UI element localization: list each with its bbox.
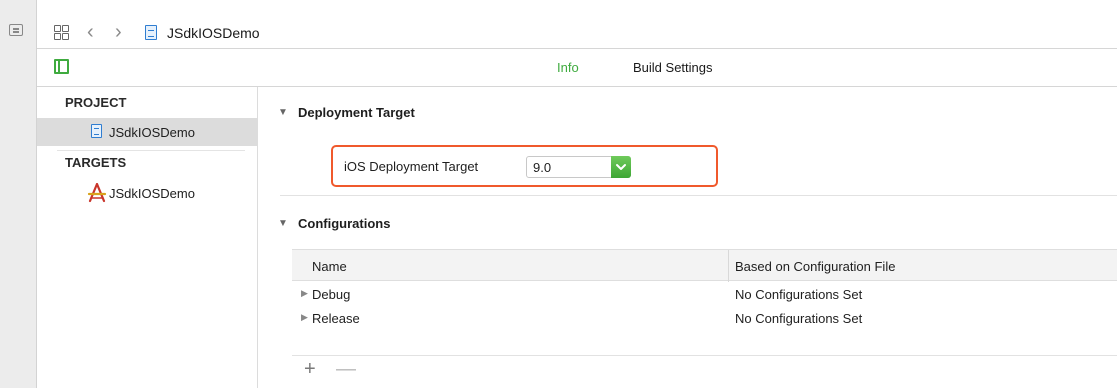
config-name: Release <box>312 311 360 326</box>
add-configuration-button[interactable]: + <box>304 358 316 381</box>
table-header: Name Based on Configuration File <box>292 249 1117 282</box>
configurations-disclosure-icon[interactable]: ▼ <box>278 218 288 229</box>
remove-configuration-button[interactable]: — <box>336 358 356 381</box>
related-items-grid-icon[interactable] <box>54 25 69 40</box>
info-editor: ▼ Deployment Target iOS Deployment Targe… <box>258 87 1117 388</box>
chevron-down-icon <box>616 164 626 170</box>
ios-deployment-target-value: 9.0 <box>533 160 552 175</box>
table-row[interactable]: ▶ Release No Configurations Set <box>292 307 1117 332</box>
editor-list-icon[interactable] <box>9 24 23 36</box>
section-divider <box>280 195 1117 196</box>
project-item[interactable]: JSdkIOSDemo <box>37 118 257 146</box>
column-header-config-file[interactable]: Based on Configuration File <box>735 259 895 274</box>
config-name: Debug <box>312 287 351 302</box>
list-divider <box>57 150 245 151</box>
expand-row-icon[interactable]: ▶ <box>301 288 308 299</box>
config-file: No Configurations Set <box>735 311 863 326</box>
tab-info[interactable]: Info <box>557 60 579 75</box>
target-item[interactable]: JSdkIOSDemo <box>37 180 257 206</box>
project-targets-list: PROJECT JSdkIOSDemo TARGETS JSdkIOSDemo <box>37 87 258 388</box>
project-heading: PROJECT <box>65 95 127 110</box>
forward-chevron-icon[interactable]: › <box>115 21 122 44</box>
table-row[interactable]: ▶ Debug No Configurations Set <box>292 283 1117 308</box>
table-footer-divider <box>292 355 1117 356</box>
target-item-label: JSdkIOSDemo <box>109 186 195 201</box>
back-chevron-icon[interactable]: ‹ <box>87 21 94 44</box>
deployment-disclosure-icon[interactable]: ▼ <box>278 107 288 118</box>
left-gutter <box>0 0 37 388</box>
tab-build-settings[interactable]: Build Settings <box>633 60 713 75</box>
sidebar-toggle-icon[interactable] <box>54 59 69 74</box>
ios-deployment-target-select[interactable]: 9.0 <box>526 156 631 178</box>
expand-row-icon[interactable]: ▶ <box>301 312 308 323</box>
app-target-icon <box>87 183 107 203</box>
configurations-table: Name Based on Configuration File ▶ Debug… <box>292 249 1117 331</box>
targets-heading: TARGETS <box>65 155 127 170</box>
column-divider <box>728 250 729 282</box>
configurations-section-title[interactable]: Configurations <box>298 216 390 231</box>
project-file-icon <box>145 25 157 40</box>
select-dropdown-button[interactable] <box>611 156 631 178</box>
config-file: No Configurations Set <box>735 287 863 302</box>
ios-deployment-target-label: iOS Deployment Target <box>344 159 479 174</box>
deployment-section-title[interactable]: Deployment Target <box>298 105 415 120</box>
project-item-label: JSdkIOSDemo <box>109 125 195 140</box>
project-file-icon <box>91 124 102 138</box>
jump-bar: ‹ › JSdkIOSDemo <box>37 17 1117 49</box>
column-header-name[interactable]: Name <box>312 259 347 274</box>
editor-tab-bar: Info Build Settings <box>37 49 1117 87</box>
breadcrumb-project[interactable]: JSdkIOSDemo <box>167 25 260 41</box>
